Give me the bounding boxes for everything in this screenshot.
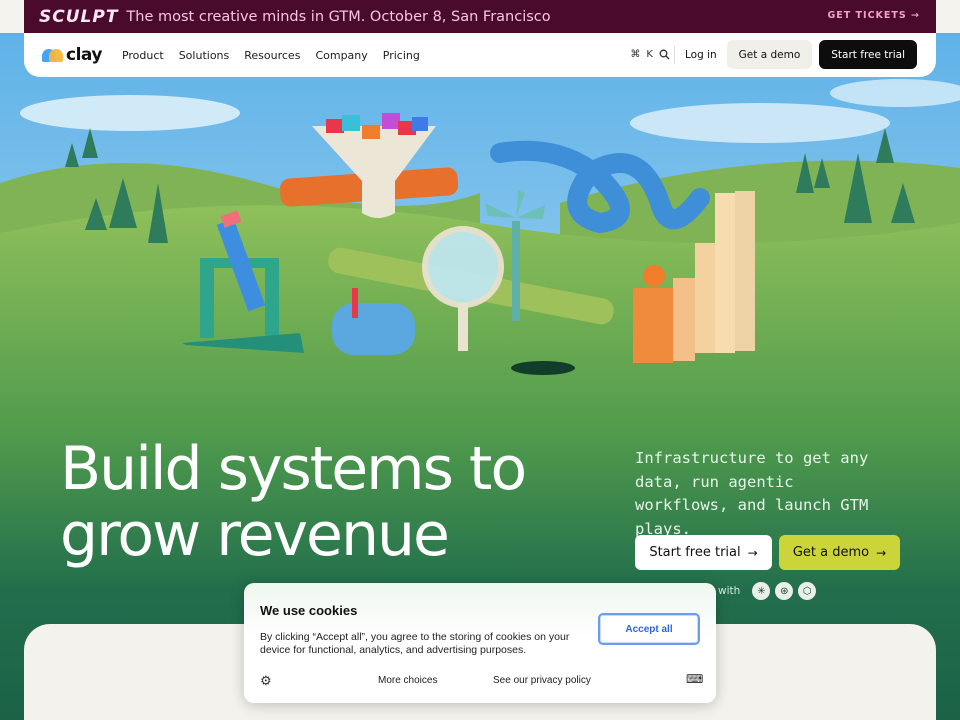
nav-item-resources[interactable]: Resources [244, 49, 300, 62]
nav-trial-button[interactable]: Start free trial [819, 40, 917, 69]
arrow-right-icon: → [747, 545, 758, 560]
nav-menu: Product Solutions Resources Company Pric… [122, 49, 435, 62]
gear-icon[interactable]: ⚙ [260, 673, 272, 689]
brand-name: clay [66, 45, 102, 65]
windmill-pole [512, 221, 520, 321]
cloud [20, 95, 240, 131]
nav-divider [673, 45, 675, 64]
cookie-dialog: We use cookies By clicking “Accept all”,… [244, 583, 716, 703]
cookie-body: By clicking “Accept all”, you agree to t… [260, 631, 570, 656]
translate-icon[interactable]: ⌨ [686, 672, 703, 686]
block [673, 278, 695, 361]
clay-logo[interactable]: clay [42, 45, 102, 65]
stand-right [265, 258, 279, 338]
ball [643, 265, 665, 287]
accept-all-button[interactable]: Accept all [598, 613, 700, 645]
cloud [630, 103, 890, 143]
hero-demo-button[interactable]: Get a demo → [779, 535, 900, 570]
command-icon[interactable]: ⌘ [630, 49, 640, 60]
partner-row: with ✳ ⊛ ⬡ [718, 582, 821, 600]
main-nav: clay Product Solutions Resources Company… [24, 33, 936, 77]
hole [511, 361, 575, 375]
privacy-policy-link[interactable]: See our privacy policy [493, 675, 591, 686]
shortcut-key[interactable]: K [646, 49, 653, 60]
hero-headline: Build systems to grow revenue [60, 434, 527, 570]
partners-text: with [718, 585, 741, 597]
cookie-title: We use cookies [260, 603, 358, 618]
headline-line-2: grow revenue [60, 500, 450, 570]
more-choices-link[interactable]: More choices [378, 675, 437, 686]
nav-demo-button[interactable]: Get a demo [726, 40, 813, 69]
openai-icon: ⊛ [775, 582, 794, 600]
login-link[interactable]: Log in [685, 49, 717, 61]
sculpt-logo: SCULPT [39, 6, 119, 27]
nav-actions: ⌘ K Log in Get a demo Start free trial [630, 40, 917, 69]
hero-subhead: Infrastructure to get any data, run agen… [635, 449, 869, 538]
partner-cube-icon: ⬡ [798, 582, 817, 600]
trial-label: Start free trial [649, 545, 741, 560]
nav-item-company[interactable]: Company [315, 49, 367, 62]
hero-trial-button[interactable]: Start free trial → [635, 535, 772, 570]
nav-item-product[interactable]: Product [122, 49, 164, 62]
nav-item-solutions[interactable]: Solutions [179, 49, 230, 62]
block [695, 243, 717, 353]
nav-item-pricing[interactable]: Pricing [383, 49, 420, 62]
headline-line-1: Build systems to [60, 434, 527, 504]
block [633, 288, 673, 363]
clay-logo-icon [42, 48, 64, 62]
arrow-right-icon: → [876, 545, 887, 560]
search-icon[interactable] [659, 49, 670, 60]
mailbox-flag [352, 288, 358, 318]
block [735, 191, 755, 351]
demo-label: Get a demo [792, 545, 870, 560]
magnifier [422, 226, 504, 308]
get-tickets-link[interactable]: GET TICKETS → [827, 10, 920, 21]
anthropic-icon: ✳ [752, 582, 771, 600]
block [715, 193, 735, 353]
banner-message: The most creative minds in GTM. October … [126, 8, 551, 25]
announcement-banner[interactable]: SCULPT The most creative minds in GTM. O… [24, 0, 936, 33]
mailbox [332, 303, 415, 355]
stand-left [200, 258, 214, 338]
